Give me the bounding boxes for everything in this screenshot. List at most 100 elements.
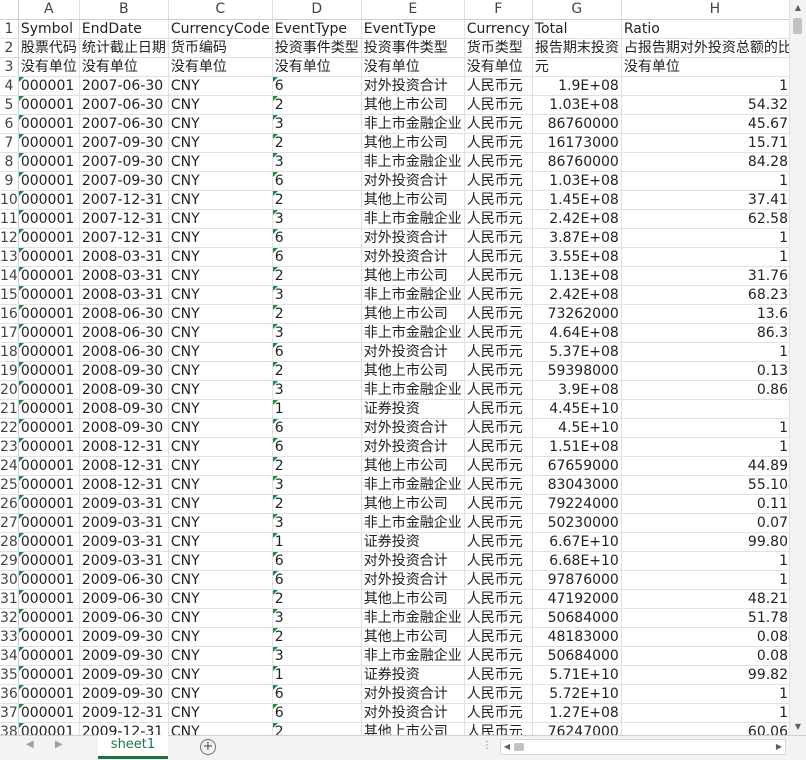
cell-e23[interactable]: 对外投资合计 (361, 437, 465, 457)
cell-c19[interactable]: CNY (168, 361, 273, 381)
cell-a26[interactable]: 000001 (18, 494, 80, 514)
cell-h22[interactable]: 100 (621, 418, 789, 438)
row-header[interactable]: 9 (0, 171, 19, 191)
cell-b18[interactable]: 2008-06-30 (79, 342, 169, 362)
cell-f28[interactable]: 人民币元 (464, 532, 533, 552)
column-header-f[interactable]: F (464, 0, 533, 20)
cell-e37[interactable]: 对外投资合计 (361, 703, 465, 723)
cell-f2[interactable]: 货币类型 (464, 38, 533, 58)
cell-d9[interactable]: 6 (272, 171, 362, 191)
cell-b24[interactable]: 2008-12-31 (79, 456, 169, 476)
cell-c10[interactable]: CNY (168, 190, 273, 210)
cell-e38[interactable]: 其他上市公司 (361, 722, 465, 735)
cell-g13[interactable]: 3.55E+08 (532, 247, 622, 267)
cell-g8[interactable]: 86760000 (532, 152, 622, 172)
cell-d30[interactable]: 6 (272, 570, 362, 590)
cell-f32[interactable]: 人民币元 (464, 608, 533, 628)
cell-d35[interactable]: 1 (272, 665, 362, 685)
cell-a21[interactable]: 000001 (18, 399, 80, 419)
cell-d37[interactable]: 6 (272, 703, 362, 723)
cell-a37[interactable]: 000001 (18, 703, 80, 723)
cell-b16[interactable]: 2008-06-30 (79, 304, 169, 324)
cell-b10[interactable]: 2007-12-31 (79, 190, 169, 210)
cell-c15[interactable]: CNY (168, 285, 273, 305)
cell-f30[interactable]: 人民币元 (464, 570, 533, 590)
cell-d34[interactable]: 3 (272, 646, 362, 666)
cell-g35[interactable]: 5.71E+10 (532, 665, 622, 685)
cell-e18[interactable]: 对外投资合计 (361, 342, 465, 362)
cell-g25[interactable]: 83043000 (532, 475, 622, 495)
cell-b3[interactable]: 没有单位 (79, 57, 169, 77)
cell-f4[interactable]: 人民币元 (464, 76, 533, 96)
cell-c27[interactable]: CNY (168, 513, 273, 533)
cell-h32[interactable]: 51.7839 (621, 608, 789, 628)
prev-sheet-arrow-icon[interactable]: ◀ (26, 739, 34, 750)
row-header[interactable]: 37 (0, 703, 19, 723)
cell-e2[interactable]: 投资事件类型 (361, 38, 465, 58)
cell-c2[interactable]: 货币编码 (168, 38, 273, 58)
cell-f38[interactable]: 人民币元 (464, 722, 533, 735)
cell-c5[interactable]: CNY (168, 95, 273, 115)
cell-g19[interactable]: 59398000 (532, 361, 622, 381)
cell-h33[interactable]: 0.0842 (621, 627, 789, 647)
next-sheet-arrow-icon[interactable]: ▶ (55, 739, 63, 750)
cell-f13[interactable]: 人民币元 (464, 247, 533, 267)
cell-f33[interactable]: 人民币元 (464, 627, 533, 647)
cell-g18[interactable]: 5.37E+08 (532, 342, 622, 362)
cell-e34[interactable]: 非上市金融企业 (361, 646, 465, 666)
cell-d15[interactable]: 3 (272, 285, 362, 305)
cell-c12[interactable]: CNY (168, 228, 273, 248)
cell-d33[interactable]: 2 (272, 627, 362, 647)
cell-f11[interactable]: 人民币元 (464, 209, 533, 229)
cell-d11[interactable]: 3 (272, 209, 362, 229)
row-header[interactable]: 23 (0, 437, 19, 457)
cell-d7[interactable]: 2 (272, 133, 362, 153)
cell-e15[interactable]: 非上市金融企业 (361, 285, 465, 305)
cell-a2[interactable]: 股票代码 (18, 38, 80, 58)
cell-d1[interactable]: EventType (272, 19, 362, 39)
cell-d31[interactable]: 2 (272, 589, 362, 609)
cell-h24[interactable]: 44.8959 (621, 456, 789, 476)
cell-b36[interactable]: 2009-09-30 (79, 684, 169, 704)
cell-g36[interactable]: 5.72E+10 (532, 684, 622, 704)
select-all-corner[interactable] (0, 0, 19, 20)
cell-g29[interactable]: 6.68E+10 (532, 551, 622, 571)
cell-f21[interactable]: 人民币元 (464, 399, 533, 419)
cell-g11[interactable]: 2.42E+08 (532, 209, 622, 229)
cell-d22[interactable]: 6 (272, 418, 362, 438)
cell-c16[interactable]: CNY (168, 304, 273, 324)
cell-e33[interactable]: 其他上市公司 (361, 627, 465, 647)
cell-h23[interactable]: 100 (621, 437, 789, 457)
cell-a20[interactable]: 000001 (18, 380, 80, 400)
cell-e28[interactable]: 证券投资 (361, 532, 465, 552)
cell-h19[interactable]: 0.1321 (621, 361, 789, 381)
cell-a12[interactable]: 000001 (18, 228, 80, 248)
vertical-scrollbar[interactable]: ▲ ▼ (789, 0, 806, 735)
cell-c22[interactable]: CNY (168, 418, 273, 438)
cell-f31[interactable]: 人民币元 (464, 589, 533, 609)
cell-h8[interactable]: 84.2878 (621, 152, 789, 172)
cell-h29[interactable]: 100 (621, 551, 789, 571)
cell-h36[interactable]: 100 (621, 684, 789, 704)
cell-b12[interactable]: 2007-12-31 (79, 228, 169, 248)
cell-h14[interactable]: 31.7625 (621, 266, 789, 286)
cell-e24[interactable]: 其他上市公司 (361, 456, 465, 476)
cell-a5[interactable]: 000001 (18, 95, 80, 115)
cell-g26[interactable]: 79224000 (532, 494, 622, 514)
cell-f35[interactable]: 人民币元 (464, 665, 533, 685)
row-header[interactable]: 7 (0, 133, 19, 153)
cell-g2[interactable]: 报告期末投资 (532, 38, 622, 58)
cell-d5[interactable]: 2 (272, 95, 362, 115)
cell-f1[interactable]: Currency (464, 19, 533, 39)
cell-b2[interactable]: 统计截止日期 (79, 38, 169, 58)
cell-c32[interactable]: CNY (168, 608, 273, 628)
row-header[interactable]: 25 (0, 475, 19, 495)
row-header[interactable]: 30 (0, 570, 19, 590)
cell-a27[interactable]: 000001 (18, 513, 80, 533)
cell-b8[interactable]: 2007-09-30 (79, 152, 169, 172)
cell-d28[interactable]: 1 (272, 532, 362, 552)
cell-f9[interactable]: 人民币元 (464, 171, 533, 191)
cell-e10[interactable]: 其他上市公司 (361, 190, 465, 210)
row-header[interactable]: 12 (0, 228, 19, 248)
cell-g17[interactable]: 4.64E+08 (532, 323, 622, 343)
